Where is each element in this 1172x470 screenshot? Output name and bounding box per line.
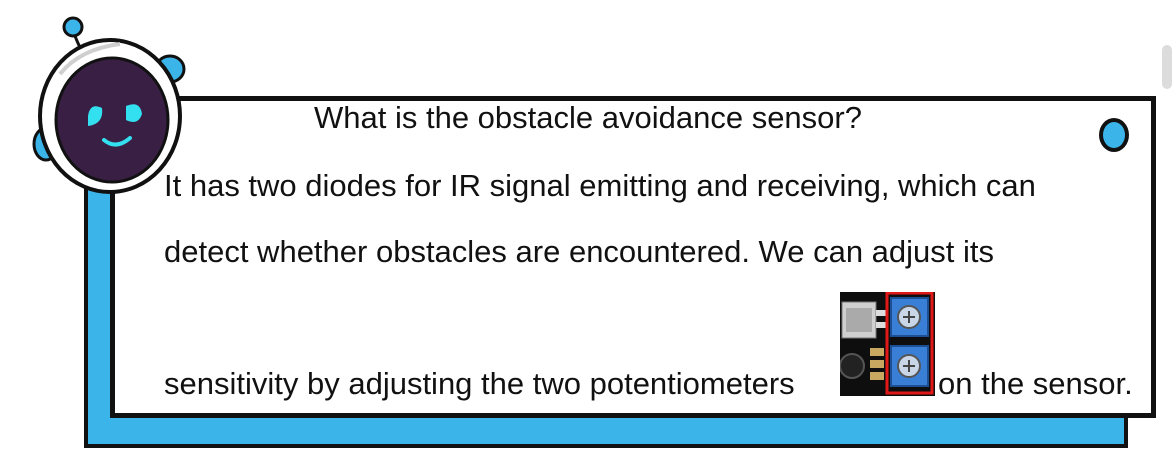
potentiometer-sensor-image xyxy=(840,292,935,396)
body-line-3-end: on the sensor. xyxy=(938,366,1133,401)
decorative-dot xyxy=(1099,118,1129,152)
body-line-3-start: sensitivity by adjusting the two potenti… xyxy=(164,366,795,401)
body-line-2: detect whether obstacles are encountered… xyxy=(164,234,995,269)
scrollbar-thumb[interactable] xyxy=(1162,45,1172,89)
page-title: What is the obstacle avoidance sensor? xyxy=(314,100,862,135)
body-line-1: It has two diodes for IR signal emitting… xyxy=(164,168,1036,203)
